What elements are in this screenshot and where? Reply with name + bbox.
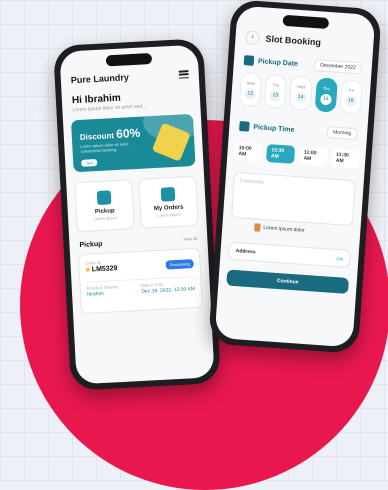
time-period-select[interactable]: Morning bbox=[326, 126, 358, 141]
day-option[interactable]: Mon 12 bbox=[238, 71, 263, 108]
delivery-value: Ibrahim bbox=[86, 290, 104, 298]
phone-home-screen: Pure Laundry Hi Ibrahim Lorem ipsum dolo… bbox=[53, 38, 221, 391]
discount-subtitle: Lorem ipsum dolor sit amet consectetur b… bbox=[80, 141, 129, 155]
address-edit-link[interactable]: Edit bbox=[336, 256, 343, 261]
day-name: Tue bbox=[272, 81, 280, 88]
phone-slot-booking: ‹ Slot Booking Pickup Date December 2022… bbox=[208, 0, 382, 354]
tile-subtitle: Lorem ipsum bbox=[157, 211, 181, 218]
pickup-date-label-group: Pickup Date bbox=[243, 55, 299, 69]
clock-icon bbox=[239, 121, 250, 132]
pickup-time-label: Pickup Time bbox=[253, 123, 295, 134]
discount-title: Discount bbox=[79, 131, 115, 142]
back-icon[interactable]: ‹ bbox=[245, 30, 261, 46]
day-option[interactable]: Fri 16 bbox=[339, 79, 363, 115]
day-date: 15 bbox=[319, 93, 332, 105]
screen-title: Slot Booking bbox=[265, 33, 322, 48]
section-title: Pickup bbox=[79, 240, 103, 250]
day-name: Thu bbox=[322, 85, 331, 91]
time-slot[interactable]: 10:00 AM bbox=[233, 141, 263, 162]
status-badge: Processing bbox=[165, 259, 194, 270]
day-name: Wed bbox=[297, 83, 306, 89]
discount-banner[interactable]: Discount 60% Lorem ipsum dolor sit amet … bbox=[70, 113, 196, 173]
menu-icon[interactable] bbox=[178, 70, 189, 79]
attachment-icon bbox=[254, 223, 261, 232]
day-date: 13 bbox=[269, 89, 282, 102]
address-label: Address bbox=[235, 248, 256, 256]
order-card[interactable]: Order ID LM5329 Processing Pickup & Deli… bbox=[77, 247, 203, 315]
attachment-label: Lorem ipsum dolor bbox=[263, 224, 305, 234]
day-date: 14 bbox=[294, 91, 307, 104]
tile-label: Pickup bbox=[94, 208, 115, 216]
order-details: Pickup & Delivery Ibrahim Date & Time De… bbox=[86, 276, 196, 298]
view-all-link[interactable]: View All bbox=[183, 236, 197, 244]
my-orders-tile[interactable]: My Orders Lorem ipsum bbox=[138, 175, 199, 229]
time-slot-selected[interactable]: 10:30 AM bbox=[265, 143, 296, 164]
day-name: Fri bbox=[349, 87, 355, 93]
day-option[interactable]: Tue 13 bbox=[263, 73, 288, 110]
day-name: Mon bbox=[246, 79, 256, 86]
continue-button[interactable]: Continue bbox=[226, 269, 350, 294]
time-slot[interactable]: 11:30 AM bbox=[330, 148, 360, 169]
tile-subtitle: Lorem ipsum bbox=[93, 215, 117, 222]
orders-icon bbox=[160, 186, 176, 202]
address-field[interactable]: Address Edit bbox=[228, 241, 352, 269]
month-select[interactable]: December 2022 bbox=[313, 59, 363, 75]
pickup-date-label: Pickup Date bbox=[257, 57, 299, 68]
pickup-time-label-group: Pickup Time bbox=[239, 121, 295, 135]
day-option-selected[interactable]: Thu 15 bbox=[314, 77, 338, 113]
home-screen: Pure Laundry Hi Ibrahim Lorem ipsum dolo… bbox=[59, 44, 215, 385]
slot-booking-screen: ‹ Slot Booking Pickup Date December 2022… bbox=[214, 5, 376, 348]
discount-percent: 60% bbox=[115, 125, 141, 141]
pickup-icon bbox=[96, 190, 112, 206]
day-option[interactable]: Wed 14 bbox=[289, 75, 313, 111]
calendar-icon bbox=[243, 55, 255, 66]
service-tiles: Pickup Lorem ipsum My Orders Lorem ipsum bbox=[66, 171, 207, 236]
time-slot[interactable]: 11:00 AM bbox=[298, 146, 328, 167]
pickup-tile[interactable]: Pickup Lorem ipsum bbox=[74, 179, 135, 233]
discount-button[interactable]: Get bbox=[81, 158, 98, 167]
day-date: 12 bbox=[244, 87, 257, 100]
app-title: Pure Laundry bbox=[70, 72, 130, 86]
day-date: 16 bbox=[344, 94, 357, 107]
